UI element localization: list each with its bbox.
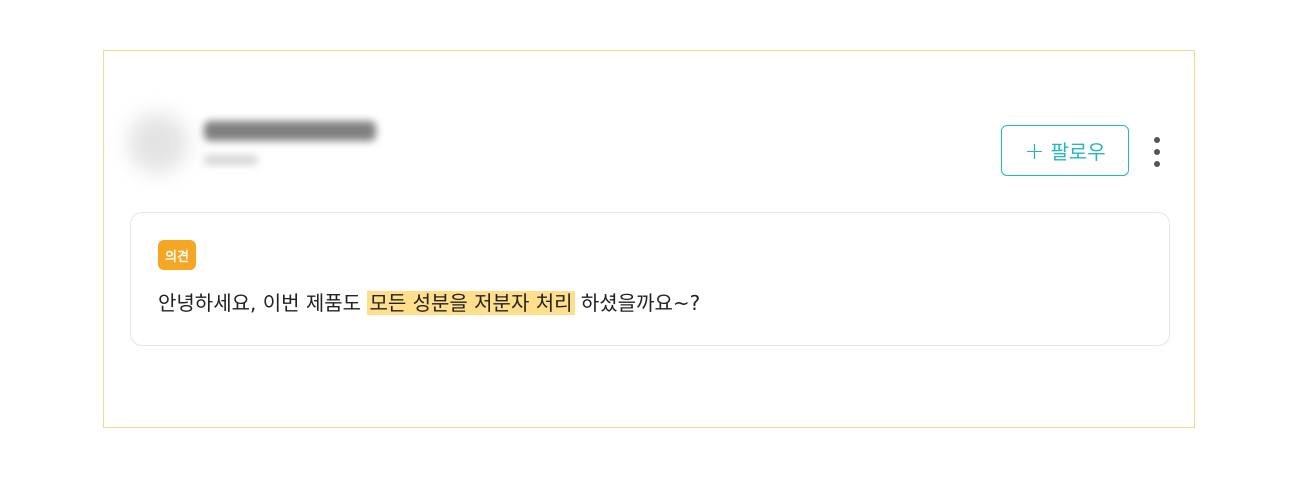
follow-button[interactable]: + 팔로우 bbox=[1001, 125, 1129, 176]
post-container: + 팔로우 의견 안녕하세요, 이번 제품도 모든 성분을 저분자 처리 하셨을… bbox=[103, 50, 1195, 428]
avatar[interactable] bbox=[128, 113, 188, 173]
more-vertical-icon bbox=[1154, 137, 1160, 143]
author-meta bbox=[204, 121, 376, 165]
more-vertical-icon bbox=[1154, 161, 1160, 167]
author-name-blurred bbox=[204, 121, 376, 141]
author-subtext-blurred bbox=[204, 155, 258, 165]
author-info[interactable] bbox=[128, 113, 376, 173]
opinion-tag: 의견 bbox=[158, 240, 196, 270]
comment-text-before: 안녕하세요, 이번 제품도 bbox=[158, 291, 362, 315]
opinion-card: 의견 안녕하세요, 이번 제품도 모든 성분을 저분자 처리 하셨을까요~? bbox=[130, 212, 1170, 346]
comment-text-highlight: 모든 성분을 저분자 처리 bbox=[367, 291, 575, 315]
follow-button-label: 팔로우 bbox=[1050, 140, 1106, 164]
comment-text-after: 하셨을까요~? bbox=[580, 291, 701, 315]
comment-text: 안녕하세요, 이번 제품도 모든 성분을 저분자 처리 하셨을까요~? bbox=[158, 289, 700, 317]
plus-icon: + bbox=[1024, 136, 1045, 165]
more-options-button[interactable] bbox=[1148, 137, 1166, 167]
more-vertical-icon bbox=[1154, 149, 1160, 155]
